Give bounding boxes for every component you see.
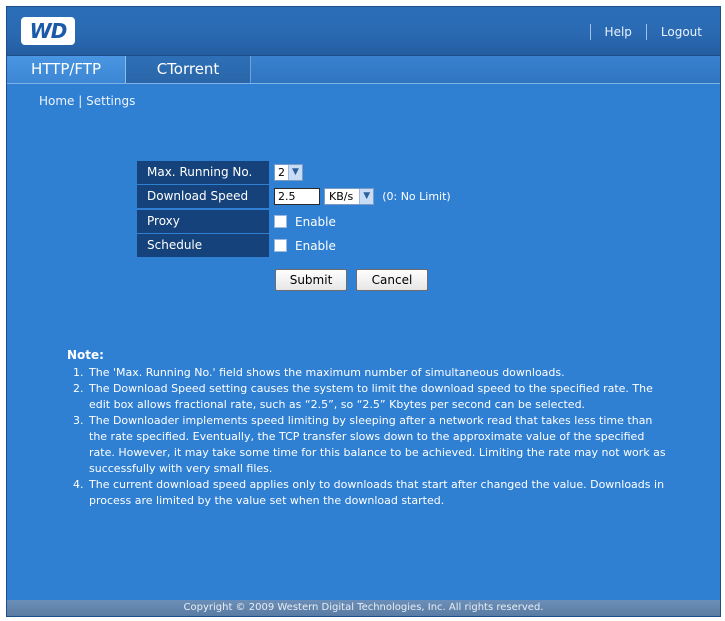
speed-unit-select[interactable]: KB/s ▼ — [324, 188, 375, 205]
note-item: The 'Max. Running No.' field shows the m… — [87, 365, 667, 381]
footer-copyright: Copyright © 2009 Western Digital Technol… — [7, 600, 720, 616]
proxy-field: Enable — [274, 210, 336, 233]
notes-title: Note: — [67, 348, 104, 362]
chevron-down-icon: ▼ — [288, 165, 302, 180]
tab-bar: HTTP/FTP CTorrent — [7, 56, 720, 84]
header-links: Help Logout — [576, 22, 702, 42]
speed-hint: (0: No Limit) — [382, 190, 451, 203]
submit-button[interactable]: Submit — [275, 269, 347, 291]
proxy-enable-label: Enable — [295, 214, 336, 229]
speed-unit-value: KB/s — [329, 190, 354, 203]
max-running-field: 2 ▼ — [274, 161, 303, 184]
note-item: The current download speed applies only … — [87, 477, 667, 509]
chevron-down-icon: ▼ — [359, 189, 374, 204]
notes-list: The 'Max. Running No.' field shows the m… — [67, 365, 667, 509]
proxy-enable-checkbox[interactable] — [274, 215, 287, 228]
header-divider — [645, 24, 647, 40]
note-item: The Downloader implements speed limiting… — [87, 413, 667, 477]
breadcrumb: Home | Settings — [39, 94, 135, 108]
proxy-label: Proxy — [137, 210, 269, 233]
tab-http-ftp[interactable]: HTTP/FTP — [7, 56, 126, 83]
breadcrumb-home[interactable]: Home — [39, 94, 74, 108]
help-link[interactable]: Help — [605, 25, 632, 39]
schedule-row: Schedule Enable — [137, 234, 467, 258]
download-speed-label: Download Speed — [137, 185, 269, 208]
max-running-select[interactable]: 2 ▼ — [274, 164, 303, 181]
max-running-value: 2 — [278, 166, 285, 179]
breadcrumb-separator: | — [78, 94, 83, 108]
header: WD Help Logout — [7, 7, 720, 56]
download-speed-row: Download Speed KB/s ▼ (0: No Limit) — [137, 185, 467, 209]
schedule-enable-checkbox[interactable] — [274, 239, 287, 252]
cancel-button[interactable]: Cancel — [356, 269, 428, 291]
download-speed-field: KB/s ▼ (0: No Limit) — [274, 185, 451, 208]
proxy-row: Proxy Enable — [137, 210, 467, 234]
max-running-row: Max. Running No. 2 ▼ — [137, 161, 467, 185]
schedule-enable-label: Enable — [295, 238, 336, 253]
schedule-field: Enable — [274, 234, 336, 257]
tab-ctorrent[interactable]: CTorrent — [126, 56, 251, 83]
app-frame: WD Help Logout HTTP/FTP CTorrent Home | … — [6, 6, 721, 617]
breadcrumb-current: Settings — [86, 94, 136, 108]
note-item: The Download Speed setting causes the sy… — [87, 381, 667, 413]
schedule-label: Schedule — [137, 234, 269, 257]
download-speed-input[interactable] — [274, 188, 320, 205]
logout-link[interactable]: Logout — [661, 25, 702, 39]
notes-section: Note: The 'Max. Running No.' field shows… — [67, 347, 667, 509]
wd-logo: WD — [21, 17, 75, 45]
header-divider — [589, 24, 591, 40]
max-running-label: Max. Running No. — [137, 161, 269, 184]
